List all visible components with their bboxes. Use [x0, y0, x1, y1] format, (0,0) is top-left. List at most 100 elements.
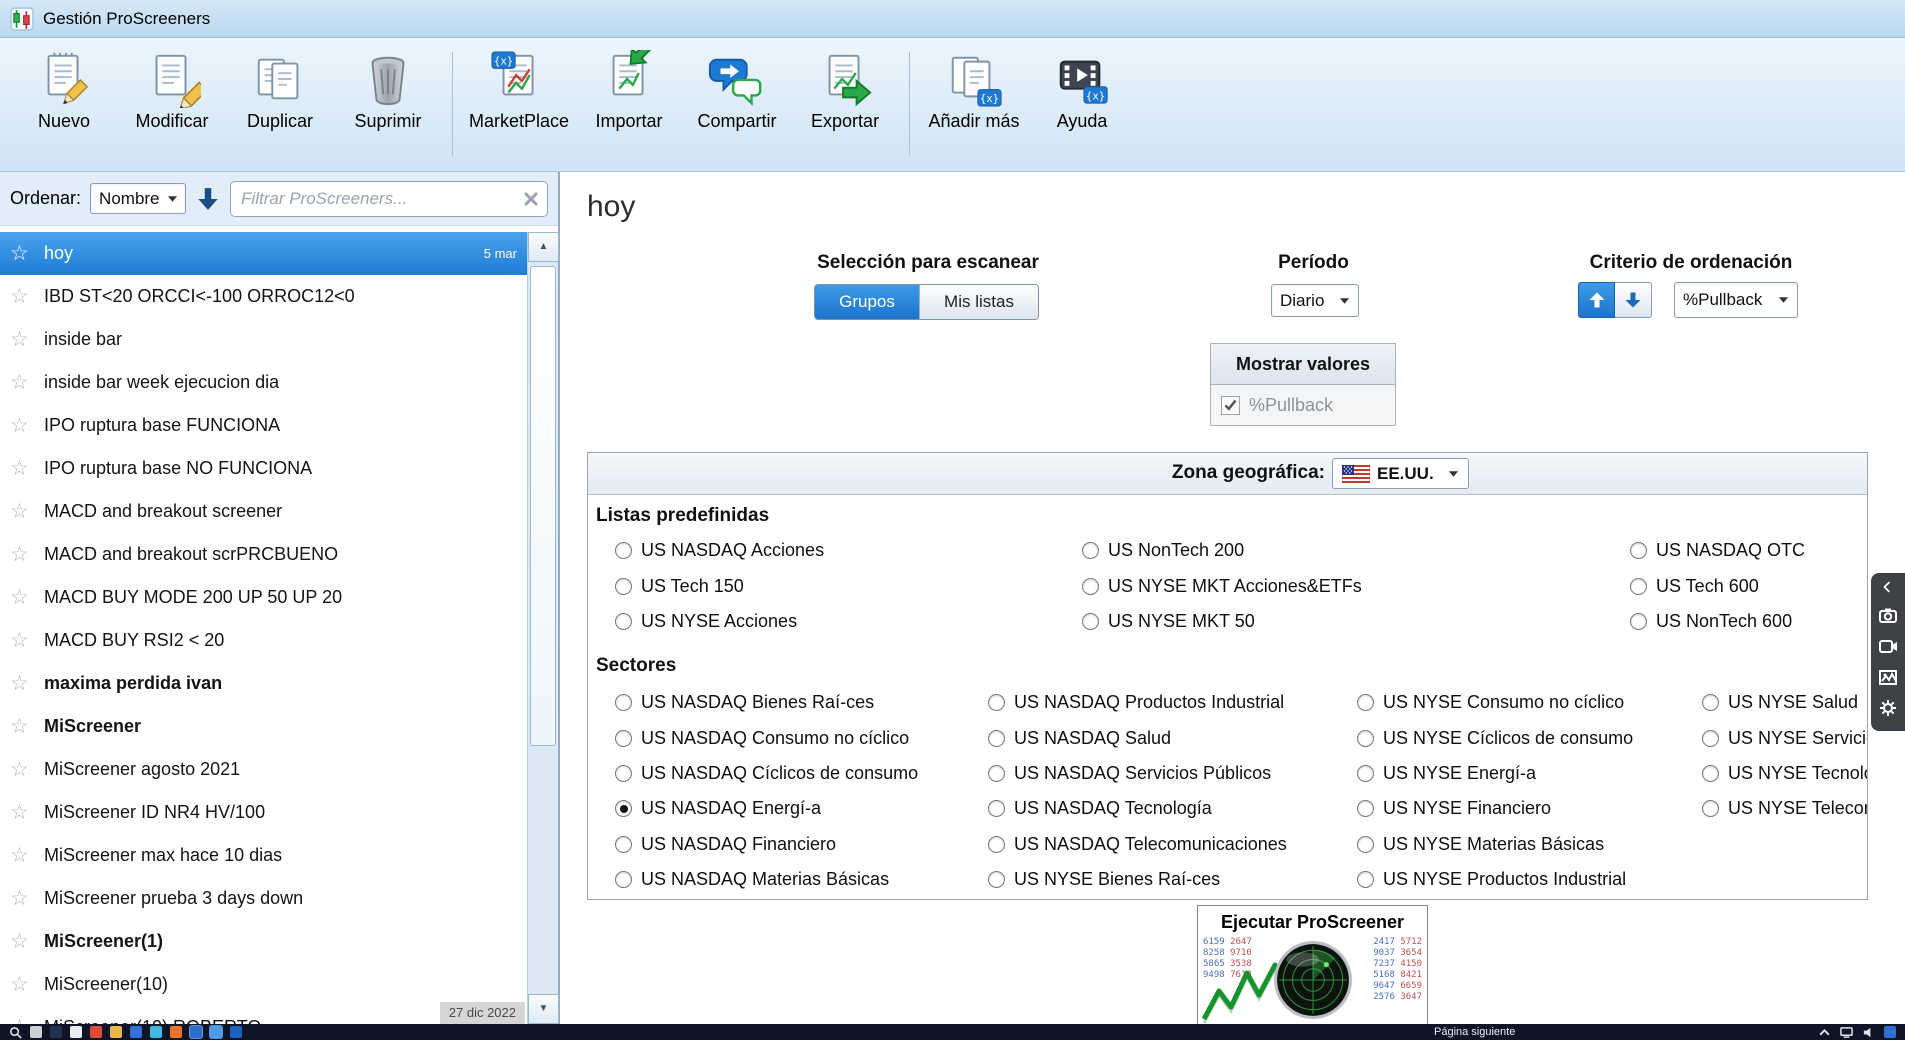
taskbar-pinned-app-6[interactable]	[130, 1026, 142, 1038]
predefined-list-radio[interactable]: US NYSE MKT Acciones&ETFs	[1082, 568, 1362, 603]
toolbar-ayuda-button[interactable]: {x} Ayuda	[1028, 46, 1136, 132]
my-lists-button[interactable]: Mis listas	[919, 285, 1038, 319]
screenshot-button[interactable]	[1871, 599, 1905, 630]
toolbar-marketplace-button[interactable]: {x} MarketPlace	[463, 46, 575, 132]
taskbar-pinned-app-3[interactable]	[70, 1026, 82, 1038]
sector-radio[interactable]: US NYSE Cíclicos de consumo	[1357, 720, 1633, 755]
sector-radio[interactable]: US NYSE Telecomu	[1702, 791, 1867, 826]
favorite-star-icon[interactable]: ☆	[10, 671, 44, 696]
taskbar-pinned-app-5[interactable]	[110, 1026, 122, 1038]
scroll-up-button[interactable]: ▲	[528, 232, 559, 262]
taskbar-pinned-app-8[interactable]	[170, 1026, 182, 1038]
toolbar-nuevo-button[interactable]: Nuevo	[10, 46, 118, 132]
tray-volume-icon[interactable]	[1862, 1026, 1875, 1039]
image-gallery-button[interactable]	[1871, 661, 1905, 692]
taskbar-search-icon[interactable]	[9, 1026, 22, 1039]
favorite-star-icon[interactable]: ☆	[10, 499, 44, 524]
predefined-list-radio[interactable]: US NYSE Acciones	[615, 604, 824, 639]
sector-radio[interactable]: US NYSE Bienes Raí-ces	[988, 862, 1287, 897]
screener-list-item[interactable]: ☆ MiScreener(10)	[0, 963, 527, 1006]
screener-list-item[interactable]: ☆ MACD BUY RSI2 < 20	[0, 619, 527, 662]
sector-radio[interactable]: US NASDAQ Consumo no cíclico	[615, 720, 918, 755]
sector-radio[interactable]: US NASDAQ Bienes Raí-ces	[615, 685, 918, 720]
sector-radio[interactable]: US NASDAQ Productos Industrial	[988, 685, 1287, 720]
tray-app-icon[interactable]	[1884, 1026, 1896, 1038]
favorite-star-icon[interactable]: ☆	[10, 843, 44, 868]
screener-list-item[interactable]: ☆ maxima perdida ivan	[0, 662, 527, 705]
sector-radio[interactable]: US NYSE Salud	[1702, 685, 1867, 720]
sector-radio[interactable]: US NYSE Tecnolog	[1702, 756, 1867, 791]
sector-radio[interactable]: US NASDAQ Materias Básicas	[615, 862, 918, 897]
pullback-checkbox[interactable]	[1221, 395, 1240, 415]
record-video-button[interactable]	[1871, 630, 1905, 661]
screener-list-item[interactable]: ☆ hoy 5 mar	[0, 232, 527, 275]
favorite-star-icon[interactable]: ☆	[10, 241, 44, 266]
taskbar-pinned-app-2[interactable]	[50, 1026, 62, 1038]
favorite-star-icon[interactable]: ☆	[10, 370, 44, 395]
screener-list-item[interactable]: ☆ inside bar	[0, 318, 527, 361]
screener-list-item[interactable]: ☆ MACD and breakout scrPRCBUENO	[0, 533, 527, 576]
taskbar-window-label[interactable]: Página siguiente	[1434, 1026, 1515, 1038]
sector-radio[interactable]: US NYSE Financiero	[1357, 791, 1633, 826]
sector-radio[interactable]: US NASDAQ Telecomunicaciones	[988, 827, 1287, 862]
screener-list-item[interactable]: ☆ IPO ruptura base FUNCIONA	[0, 404, 527, 447]
taskbar-pinned-app-4[interactable]	[90, 1026, 102, 1038]
taskbar-pinned-app-7[interactable]	[150, 1026, 162, 1038]
favorite-star-icon[interactable]: ☆	[10, 929, 44, 954]
favorite-star-icon[interactable]: ☆	[10, 1015, 44, 1024]
screener-list-item[interactable]: ☆ MACD and breakout screener	[0, 490, 527, 533]
sector-radio[interactable]: US NASDAQ Tecnología	[988, 791, 1287, 826]
sort-criteria-select[interactable]: %Pullback	[1674, 282, 1798, 318]
favorite-star-icon[interactable]: ☆	[10, 585, 44, 610]
predefined-list-radio[interactable]: US NYSE MKT 50	[1082, 604, 1362, 639]
favorite-star-icon[interactable]: ☆	[10, 413, 44, 438]
toolbar-compartir-button[interactable]: Compartir	[683, 46, 791, 132]
tray-display-icon[interactable]	[1840, 1026, 1853, 1039]
screener-list-item[interactable]: ☆ MACD BUY MODE 200 UP 50 UP 20	[0, 576, 527, 619]
taskbar-pinned-app-9[interactable]	[230, 1026, 242, 1038]
toolbar-suprimir-button[interactable]: Suprimir	[334, 46, 442, 132]
favorite-star-icon[interactable]: ☆	[10, 456, 44, 481]
predefined-list-radio[interactable]: US Tech 150	[615, 568, 824, 603]
screener-list-item[interactable]: ☆ IBD ST<20 ORCCI<-100 ORROC12<0	[0, 275, 527, 318]
screener-list-item[interactable]: ☆ IPO ruptura base NO FUNCIONA	[0, 447, 527, 490]
sector-radio[interactable]: US NYSE Consumo no cíclico	[1357, 685, 1633, 720]
filter-input[interactable]	[230, 180, 548, 217]
favorite-star-icon[interactable]: ☆	[10, 284, 44, 309]
tray-chevron-up-icon[interactable]	[1818, 1026, 1831, 1039]
predefined-list-radio[interactable]: US Tech 600	[1630, 568, 1805, 603]
sort-descending-button[interactable]	[1615, 282, 1652, 318]
favorite-star-icon[interactable]: ☆	[10, 628, 44, 653]
scroll-thumb[interactable]	[530, 266, 556, 746]
screener-list-item[interactable]: ☆ MiScreener max hace 10 dias	[0, 834, 527, 877]
toolbar-exportar-button[interactable]: Exportar	[791, 46, 899, 132]
taskbar-open-app-1[interactable]	[190, 1026, 202, 1038]
screener-list-item[interactable]: ☆ inside bar week ejecucion dia	[0, 361, 527, 404]
toolbar-modificar-button[interactable]: Modificar	[118, 46, 226, 132]
favorite-star-icon[interactable]: ☆	[10, 757, 44, 782]
sector-radio[interactable]: US NASDAQ Salud	[988, 720, 1287, 755]
toolbar-anadir-mas-button[interactable]: {x} Añadir más	[920, 46, 1028, 132]
sector-radio[interactable]: US NYSE Productos Industrial	[1357, 862, 1633, 897]
sector-radio[interactable]: US NASDAQ Servicios Públicos	[988, 756, 1287, 791]
favorite-star-icon[interactable]: ☆	[10, 542, 44, 567]
sector-radio[interactable]: US NYSE Servicios	[1702, 720, 1867, 755]
sector-radio[interactable]: US NASDAQ Financiero	[615, 827, 918, 862]
groups-button[interactable]: Grupos	[815, 285, 919, 319]
predefined-list-radio[interactable]: US NonTech 600	[1630, 604, 1805, 639]
sort-direction-button[interactable]	[195, 186, 221, 212]
capture-settings-button[interactable]	[1871, 692, 1905, 723]
favorite-star-icon[interactable]: ☆	[10, 714, 44, 739]
list-scrollbar[interactable]: ▲ ▼	[527, 232, 559, 1024]
screener-list-item[interactable]: ☆ MiScreener	[0, 705, 527, 748]
sort-select[interactable]: Nombre	[90, 183, 187, 214]
toolbar-duplicar-button[interactable]: Duplicar	[226, 46, 334, 132]
predefined-list-radio[interactable]: US NonTech 200	[1082, 533, 1362, 568]
geo-zone-select[interactable]: EE.UU.	[1332, 458, 1469, 489]
period-select[interactable]: Diario	[1271, 284, 1359, 317]
taskbar-open-app-2[interactable]	[210, 1026, 222, 1038]
sector-radio[interactable]: US NYSE Materias Básicas	[1357, 827, 1633, 862]
clear-filter-icon[interactable]	[523, 191, 539, 207]
favorite-star-icon[interactable]: ☆	[10, 800, 44, 825]
favorite-star-icon[interactable]: ☆	[10, 886, 44, 911]
